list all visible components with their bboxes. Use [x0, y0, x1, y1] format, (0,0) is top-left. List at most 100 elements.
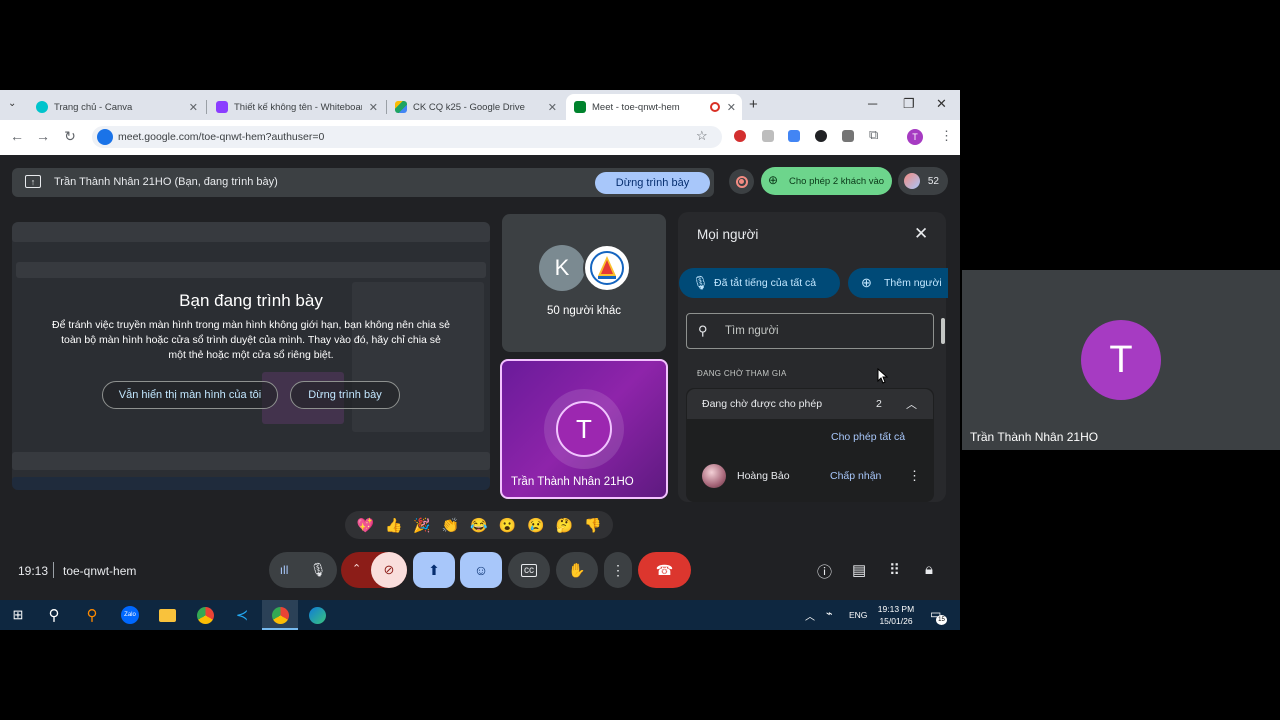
taskbar-clock[interactable]: 19:13 PM 15/01/26 [870, 603, 922, 627]
close-icon[interactable]: ✕ [914, 224, 928, 244]
participant-count: 52 [927, 175, 939, 187]
vscode-icon[interactable]: ≺ [232, 605, 252, 625]
stop-presenting-preview-button[interactable]: Dừng trình bày [290, 381, 400, 409]
puzzle-extensions-icon[interactable]: ⧉ [869, 127, 878, 143]
reactions-button[interactable]: ☺ [460, 552, 502, 588]
tab-canva[interactable]: Trang chủ - Canva ✕ [28, 94, 204, 120]
extension-icon[interactable] [762, 130, 774, 142]
add-people-button[interactable]: ⊕ Thêm người [848, 268, 948, 298]
admit-all-button[interactable]: Cho phép tất cả [831, 431, 905, 443]
tab-search-icon[interactable]: ⌄ [8, 98, 16, 109]
present-screen-icon: ↑ [25, 175, 41, 188]
more-options-button[interactable]: ⋮ [604, 552, 632, 588]
party-reaction[interactable]: 🎉 [413, 517, 430, 534]
more-options-icon[interactable]: ⋮ [908, 468, 921, 484]
present-now-button[interactable]: ⬆ [413, 552, 455, 588]
clap-reaction[interactable]: 👏 [442, 517, 459, 534]
chevron-up-icon[interactable]: ⌃ [352, 562, 361, 575]
site-info-icon[interactable] [97, 129, 113, 145]
mouse-cursor-icon [877, 368, 889, 384]
new-tab-icon[interactable]: + [749, 96, 758, 113]
close-icon[interactable]: ✕ [189, 101, 198, 114]
stop-presenting-button[interactable]: Dừng trình bày [595, 172, 710, 194]
search-icon: ⚲ [698, 323, 708, 338]
audio-levels-icon[interactable]: ıll [280, 563, 289, 577]
captions-button[interactable]: cc [508, 552, 550, 588]
window-close-icon[interactable]: ✕ [936, 96, 947, 112]
meeting-code: toe-qnwt-hem [63, 564, 137, 578]
extension-icon[interactable] [842, 130, 854, 142]
presenting-warning-body: Để tránh việc truyền màn hình trong màn … [52, 319, 450, 361]
translate-extension-icon[interactable] [788, 130, 800, 142]
taskbar-date: 15/01/26 [879, 616, 913, 626]
tab-title: CK CQ k25 - Google Drive [413, 101, 525, 113]
activities-icon[interactable]: ⠿ [889, 561, 900, 579]
extension-icon[interactable] [815, 130, 827, 142]
forward-icon[interactable]: → [34, 128, 52, 144]
file-explorer-icon[interactable] [158, 608, 176, 622]
recording-indicator-icon [710, 102, 720, 112]
whiteboard-favicon-icon [216, 101, 228, 113]
thumbs-up-reaction[interactable]: 👍 [385, 517, 402, 534]
participants-button[interactable]: 52 [898, 167, 948, 195]
close-icon[interactable]: ✕ [548, 101, 557, 114]
laugh-reaction[interactable]: 😂 [470, 517, 487, 534]
admit-guests-button[interactable]: ⊕ Cho phép 2 khách vào [761, 167, 892, 195]
captions-icon: cc [521, 563, 537, 577]
recording-button[interactable] [729, 169, 754, 194]
edge-icon[interactable] [308, 606, 326, 624]
reaction-bar: 💖 👍 🎉 👏 😂 😮 😢 🤔 👎 [345, 511, 613, 539]
record-icon [735, 175, 748, 188]
thumbs-down-reaction[interactable]: 👎 [584, 517, 601, 534]
minimize-icon[interactable]: ─ [868, 96, 877, 111]
close-icon[interactable]: ✕ [727, 101, 736, 114]
presenter-status: Trần Thành Nhân 21HO (Bạn, đang trình bà… [54, 176, 278, 188]
raise-hand-button[interactable]: ✋ [556, 552, 598, 588]
back-icon[interactable]: ← [8, 128, 26, 144]
host-controls-icon[interactable]: 🔒︎ [925, 561, 933, 578]
keep-showing-screen-button[interactable]: Vẫn hiển thị màn hình của tôi [102, 381, 278, 409]
profile-avatar[interactable]: T [907, 129, 923, 145]
camera-control-group: ⌃ ⊘ [341, 552, 407, 588]
panel-scrollbar[interactable] [941, 318, 945, 344]
camera-off-icon[interactable]: ⊘ [371, 552, 407, 588]
chrome-icon[interactable] [196, 606, 214, 624]
thinking-reaction[interactable]: 🤔 [556, 517, 573, 534]
search-app-icon[interactable]: ⚲ [82, 605, 102, 625]
others-tile[interactable] [502, 214, 666, 352]
windows-start-icon[interactable]: ⊞ [8, 605, 28, 625]
chat-icon[interactable]: ▤ [852, 561, 866, 579]
leave-call-button[interactable]: ☎ [638, 552, 691, 588]
reload-icon[interactable]: ↻ [61, 128, 79, 145]
more-options-icon: ⋮ [611, 561, 625, 578]
input-language[interactable]: ENG [849, 610, 867, 620]
surprised-reaction[interactable]: 😮 [499, 517, 516, 534]
avatar: T [1081, 320, 1161, 400]
chevron-up-icon[interactable]: ︿ [906, 396, 917, 412]
self-name-label: Trần Thành Nhân 21HO [511, 476, 634, 488]
meeting-details-icon[interactable]: ⓘ [817, 561, 832, 582]
emoji-icon: ☺ [473, 562, 489, 578]
school-logo-icon [590, 251, 624, 285]
canva-favicon-icon [36, 101, 48, 113]
address-bar[interactable]: meet.google.com/toe-qnwt-hem?authuser=0 [92, 126, 722, 148]
restore-icon[interactable]: ❐ [903, 96, 915, 112]
accept-button[interactable]: Chấp nhận [830, 470, 881, 482]
mic-icon[interactable]: 🎙︎ [310, 562, 327, 578]
tab-meet[interactable]: Meet - toe-qnwt-hem ✕ [566, 94, 742, 120]
sad-reaction[interactable]: 😢 [527, 517, 544, 534]
close-icon[interactable]: ✕ [369, 101, 378, 114]
mute-all-button[interactable]: 🎙︎ Đã tắt tiếng của tất cả [679, 268, 840, 298]
search-icon[interactable]: ⚲ [44, 605, 64, 625]
bookmark-star-icon[interactable]: ☆ [696, 128, 708, 144]
tab-drive[interactable]: CK CQ k25 - Google Drive ✕ [387, 94, 563, 120]
browser-menu-icon[interactable]: ⋮ [940, 128, 953, 144]
tab-whiteboard[interactable]: Thiết kế không tên - Whiteboard ✕ [208, 94, 384, 120]
search-people-input[interactable]: ⚲ Tìm người [686, 313, 934, 349]
network-icon[interactable]: ⌁ [826, 607, 833, 620]
chevron-up-icon[interactable]: ︿ [805, 608, 815, 623]
zalo-icon[interactable]: Zalo [121, 606, 139, 624]
chrome-icon[interactable] [271, 606, 289, 624]
adblock-extension-icon[interactable] [734, 130, 746, 142]
heart-reaction[interactable]: 💖 [357, 517, 374, 534]
